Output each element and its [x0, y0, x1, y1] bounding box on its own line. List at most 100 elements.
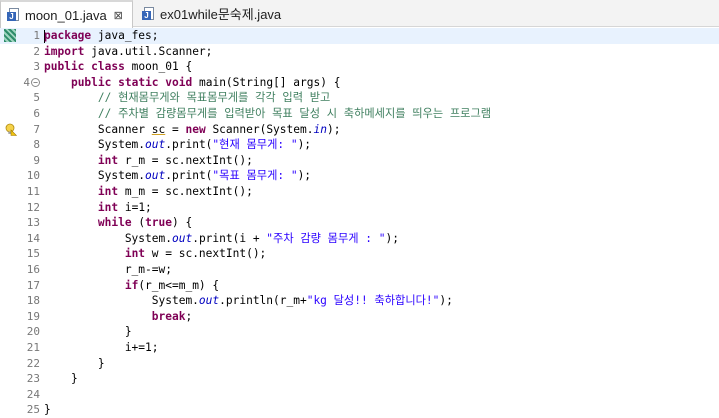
code-line[interactable]: 13 while (true) {	[0, 215, 719, 231]
code-token: );	[385, 231, 399, 245]
code-line[interactable]: 1 package java_fes;	[0, 28, 719, 44]
code-line[interactable]: 19 break;	[0, 309, 719, 325]
line-number: 2	[33, 44, 40, 58]
code-line[interactable]: 11 int m_m = sc.nextInt();	[0, 184, 719, 200]
line-number: 8	[33, 138, 40, 152]
line-number: 13	[26, 216, 40, 230]
editor-tab-bar: J moon_01.java ⊠ J ex01while문숙제.java	[0, 0, 719, 28]
line-number: 12	[26, 200, 40, 214]
code-text: // 현재몸무게와 목표몸무게를 각각 입력 받고	[44, 90, 330, 106]
line-number: 3	[33, 60, 40, 74]
code-line[interactable]: 2 import java.util.Scanner;	[0, 44, 719, 60]
line-number: 18	[26, 294, 40, 308]
line-number: 15	[26, 247, 40, 261]
code-text: System.out.println(r_m+"kg 달성!! 축하합니다!")…	[44, 293, 453, 309]
code-token: break	[151, 309, 186, 323]
code-token: }	[44, 372, 78, 386]
code-token: int	[97, 185, 119, 198]
code-token: java_fes;	[91, 29, 159, 42]
code-text: int m_m = sc.nextInt();	[44, 184, 253, 200]
code-line[interactable]: 9 int r_m = sc.nextInt();	[0, 153, 719, 169]
code-line[interactable]: 23 }	[0, 371, 719, 387]
code-token: ;	[185, 309, 193, 323]
code-token: main(String[] args) {	[192, 75, 341, 89]
code-line[interactable]: 25}	[0, 402, 719, 418]
code-line[interactable]: 10 System.out.print("목표 몸무게: ");	[0, 168, 719, 184]
code-token: (	[131, 216, 146, 230]
line-number: 5	[33, 91, 40, 105]
code-line[interactable]: 5 // 현재몸무게와 목표몸무게를 각각 입력 받고	[0, 90, 719, 106]
code-line[interactable]: 3 public class moon_01 {	[0, 59, 719, 75]
code-line[interactable]: 7 Scanner sc = new Scanner(System.in);	[0, 122, 719, 138]
code-text: i+=1;	[44, 340, 159, 356]
code-line[interactable]: 12 int i=1;	[0, 200, 719, 216]
code-token: moon_01 {	[124, 60, 193, 74]
code-token: .print(	[165, 138, 213, 152]
code-line[interactable]: 15 int w = sc.nextInt();	[0, 246, 719, 262]
code-token: i+=1;	[44, 341, 159, 354]
code-token: true	[145, 216, 173, 230]
bookmark-marker-icon[interactable]	[4, 29, 16, 42]
code-token: Scanner	[44, 122, 152, 136]
code-token: // 현재몸무게와 목표몸무게를 각각 입력 받고	[97, 91, 331, 105]
code-token: in	[313, 122, 327, 136]
code-token: out	[198, 294, 220, 308]
code-token: =	[165, 122, 186, 136]
code-line[interactable]: 24	[0, 387, 719, 403]
code-line[interactable]: 21 i+=1;	[0, 340, 719, 356]
code-token: Scanner(System.	[205, 122, 314, 136]
line-number: 11	[26, 185, 40, 198]
code-line[interactable]: 22 }	[0, 356, 719, 372]
code-token: );	[326, 122, 341, 136]
code-token: public	[70, 75, 112, 89]
code-text: package java_fes;	[44, 28, 159, 44]
line-number: 19	[26, 309, 40, 323]
code-token: "kg 달성!! 축하합니다!"	[306, 294, 440, 308]
code-token: "목표 몸무게: "	[212, 169, 298, 183]
code-line[interactable]: 6 // 주차별 감량몸무게를 입력받아 목표 달성 시 축하메세지를 띄우는 …	[0, 106, 719, 122]
code-token: System.	[44, 294, 199, 308]
code-text: }	[44, 371, 78, 387]
code-token: r_m = sc.nextInt();	[118, 153, 253, 167]
line-number: 25	[26, 403, 40, 417]
tab-ex01while-java[interactable]: J ex01while문숙제.java	[136, 0, 306, 27]
code-token: public	[44, 60, 85, 74]
code-token: sc	[151, 122, 166, 136]
code-token: "현재 몸무게: "	[212, 138, 298, 152]
code-text: System.out.print("목표 몸무게: ");	[44, 168, 311, 184]
code-token: int	[124, 247, 146, 261]
line-number: 24	[26, 387, 40, 401]
fold-collapse-icon[interactable]: −	[31, 77, 40, 87]
code-text: int r_m = sc.nextInt();	[44, 153, 253, 169]
code-editor[interactable]: 1 package java_fes; 2 import java.util.Scan…	[0, 28, 719, 416]
line-number: 6	[33, 107, 40, 120]
code-text: r_m-=w;	[44, 262, 172, 278]
code-token: }	[44, 325, 132, 339]
code-token: }	[44, 356, 105, 370]
code-line[interactable]: 16 r_m-=w;	[0, 262, 719, 278]
warning-lightbulb-icon[interactable]	[4, 123, 17, 136]
code-line[interactable]: 4− public static void main(String[] args…	[0, 75, 719, 91]
line-number: 22	[26, 356, 40, 370]
tab-moon-01-java[interactable]: J moon_01.java ⊠	[0, 0, 133, 28]
code-text: }	[44, 324, 132, 340]
code-text: // 주차별 감량몸무게를 입력받아 목표 달성 시 축하메세지를 띄우는 프로…	[44, 106, 491, 122]
code-token: // 주차별 감량몸무게를 입력받아 목표 달성 시 축하메세지를 띄우는 프로…	[97, 107, 492, 120]
code-line[interactable]: 14 System.out.print(i + "주차 감량 몸무게 : ");	[0, 231, 719, 247]
code-line[interactable]: 20 }	[0, 324, 719, 340]
code-line[interactable]: 18 System.out.println(r_m+"kg 달성!! 축하합니다…	[0, 293, 719, 309]
code-line[interactable]: 17 if(r_m<=m_m) {	[0, 278, 719, 294]
code-token: int	[97, 200, 119, 214]
code-token: class	[91, 60, 125, 74]
code-token: );	[297, 169, 312, 183]
code-line[interactable]: 8 System.out.print("현재 몸무게: ");	[0, 137, 719, 153]
code-text: public class moon_01 {	[44, 59, 192, 75]
code-text: if(r_m<=m_m) {	[44, 278, 219, 294]
close-tab-icon[interactable]: ⊠	[114, 9, 123, 22]
